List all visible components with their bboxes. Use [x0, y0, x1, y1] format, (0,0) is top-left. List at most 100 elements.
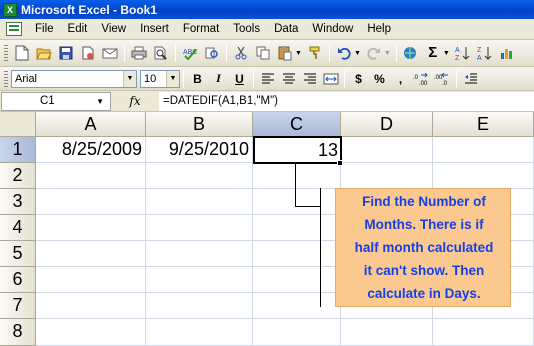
open-folder-icon[interactable]	[34, 43, 54, 63]
grid-cell[interactable]	[146, 241, 253, 267]
print-preview-icon[interactable]	[151, 43, 171, 63]
column-header-e[interactable]: E	[433, 112, 534, 137]
grid-cell[interactable]	[433, 137, 534, 163]
column-header-a[interactable]: A	[36, 112, 146, 137]
row-header-1[interactable]: 1	[0, 137, 36, 163]
callout-box[interactable]: Find the Number of Months. There is if h…	[335, 188, 511, 307]
row-header-8[interactable]: 8	[0, 319, 36, 346]
cell-c1-active[interactable]: 13	[253, 136, 342, 164]
underline-button[interactable]: U	[229, 69, 250, 89]
currency-button[interactable]: $	[348, 69, 369, 89]
grid-cell[interactable]	[36, 293, 146, 319]
redo-chevron-down-icon[interactable]: ▼	[384, 50, 391, 57]
select-all-button[interactable]	[0, 112, 36, 137]
redo-icon[interactable]	[364, 43, 384, 63]
grid-cell[interactable]	[36, 267, 146, 293]
menu-file[interactable]: File	[28, 19, 61, 40]
grid-cell[interactable]	[253, 215, 341, 241]
font-name-dropdown[interactable]: Arial ▼	[11, 69, 137, 88]
print-icon[interactable]	[129, 43, 149, 63]
copy-icon[interactable]	[253, 43, 273, 63]
fill-handle[interactable]	[337, 160, 343, 166]
formula-input[interactable]: =DATEDIF(A1,B1,"M")	[159, 91, 534, 111]
email-icon[interactable]	[100, 43, 120, 63]
menu-data[interactable]: Data	[267, 19, 305, 40]
grid-cell[interactable]	[146, 215, 253, 241]
column-header-c[interactable]: C	[253, 112, 341, 137]
excel-app-icon[interactable]: X	[3, 2, 17, 17]
align-center-icon[interactable]	[278, 69, 299, 89]
chevron-down-icon[interactable]: ▼	[96, 93, 104, 110]
menu-tools[interactable]: Tools	[226, 19, 267, 40]
chart-wizard-icon[interactable]	[497, 43, 517, 63]
undo-chevron-down-icon[interactable]: ▼	[354, 50, 361, 57]
permission-icon[interactable]	[78, 43, 98, 63]
grid-cell[interactable]	[253, 293, 341, 319]
toolbar-grip[interactable]	[4, 70, 8, 87]
font-size-dropdown[interactable]: 10 ▼	[140, 69, 180, 88]
row-header-4[interactable]: 4	[0, 215, 36, 241]
menu-edit[interactable]: Edit	[61, 19, 95, 40]
chevron-down-icon[interactable]: ▼	[166, 70, 179, 87]
paste-icon[interactable]	[275, 43, 295, 63]
spelling-icon[interactable]: ABC	[180, 43, 200, 63]
align-right-icon[interactable]	[299, 69, 320, 89]
autosum-icon[interactable]: Σ	[423, 43, 443, 63]
autosum-chevron-down-icon[interactable]: ▼	[443, 50, 450, 57]
grid-cell[interactable]	[433, 319, 534, 346]
cut-icon[interactable]	[231, 43, 251, 63]
row-header-7[interactable]: 7	[0, 293, 36, 319]
grid-cell[interactable]	[253, 189, 341, 215]
sort-ascending-icon[interactable]: AZ	[453, 43, 473, 63]
row-header-2[interactable]: 2	[0, 163, 36, 189]
new-document-icon[interactable]	[12, 43, 32, 63]
save-icon[interactable]	[56, 43, 76, 63]
menu-window[interactable]: Window	[305, 19, 360, 40]
cell-a1[interactable]: 8/25/2009	[36, 137, 146, 163]
row-header-6[interactable]: 6	[0, 267, 36, 293]
research-icon[interactable]	[202, 43, 222, 63]
grid-cell[interactable]	[146, 319, 253, 346]
grid-cell[interactable]	[146, 189, 253, 215]
grid-cell[interactable]	[36, 163, 146, 189]
sort-descending-icon[interactable]: ZA	[475, 43, 495, 63]
undo-icon[interactable]	[334, 43, 354, 63]
cell-b1[interactable]: 9/25/2010	[146, 137, 253, 163]
hyperlink-icon[interactable]	[401, 43, 421, 63]
decrease-decimal-icon[interactable]: .00.0	[432, 69, 453, 89]
grid-cell[interactable]	[341, 163, 433, 189]
percent-button[interactable]: %	[369, 69, 390, 89]
decrease-indent-icon[interactable]	[460, 69, 481, 89]
workbook-icon[interactable]	[6, 22, 22, 36]
column-header-d[interactable]: D	[341, 112, 433, 137]
grid-cell[interactable]	[253, 267, 341, 293]
grid-cell[interactable]	[146, 163, 253, 189]
grid-cell[interactable]	[253, 163, 341, 189]
grid-cell[interactable]	[341, 319, 433, 346]
toolbar-grip[interactable]	[4, 45, 8, 61]
column-header-b[interactable]: B	[146, 112, 253, 137]
row-header-3[interactable]: 3	[0, 189, 36, 215]
menu-view[interactable]: View	[94, 19, 133, 40]
name-box[interactable]: C1 ▼	[1, 91, 111, 111]
grid-cell[interactable]	[36, 319, 146, 346]
grid-cell[interactable]	[433, 163, 534, 189]
chevron-down-icon[interactable]: ▼	[123, 70, 136, 87]
grid-cell[interactable]	[36, 189, 146, 215]
comma-style-button[interactable]: ,	[390, 69, 411, 89]
merge-center-icon[interactable]	[320, 69, 341, 89]
grid-cell[interactable]	[36, 241, 146, 267]
format-painter-icon[interactable]	[305, 43, 325, 63]
menu-format[interactable]: Format	[176, 19, 226, 40]
paste-options-chevron-down-icon[interactable]: ▼	[295, 50, 302, 57]
grid-cell[interactable]	[253, 319, 341, 346]
align-left-icon[interactable]	[257, 69, 278, 89]
row-header-5[interactable]: 5	[0, 241, 36, 267]
insert-function-icon[interactable]: fx	[111, 94, 159, 108]
grid-cell[interactable]	[146, 267, 253, 293]
increase-decimal-icon[interactable]: .0.00	[411, 69, 432, 89]
menu-help[interactable]: Help	[360, 19, 398, 40]
italic-button[interactable]: I	[208, 69, 229, 89]
grid-cell[interactable]	[146, 293, 253, 319]
grid-cell[interactable]	[341, 137, 433, 163]
